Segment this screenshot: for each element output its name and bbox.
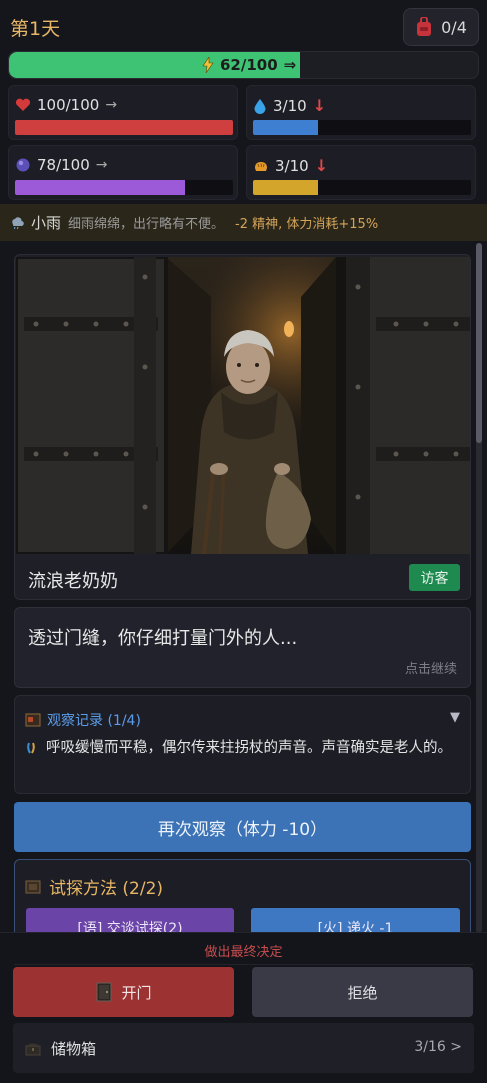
visitor-name: 流浪老奶奶 [28,571,118,592]
health-trend: → [105,97,118,113]
mind-trend: → [95,157,108,173]
backpack-icon [417,17,432,36]
open-door-label: 开门 [121,983,152,1002]
mind-orb-icon [16,158,30,172]
visitor-card: 流浪老奶奶 访客 [14,254,471,600]
dialog-text: 透过门缝，你仔细打量门外的人... [28,628,298,649]
continue-hint: 点击继续 [404,662,457,677]
reobserve-button[interactable]: 再次观察（体力 -10） [14,802,471,852]
storage-box-row[interactable]: 储物箱 3/16 > [13,1023,474,1073]
food-stat: 3/10 ↓ [246,145,476,200]
health-value: 100/100 [37,96,100,114]
day-label: 第1天 [10,18,61,40]
observation-text: 呼吸缓慢而平稳，偶尔传来拄拐杖的声音。声音确实是老人的。 [46,740,452,756]
visitor-illustration [16,257,470,554]
storage-count: 3/16 > [414,1039,462,1055]
reject-button[interactable]: 拒绝 [252,967,473,1017]
health-stat: 100/100 → [8,85,238,140]
visitor-tag-badge: 访客 [409,564,460,591]
observation-panel: 观察记录 (1/4) ▼ 呼吸缓慢而平稳，偶尔传来拄拐杖的声音。声音确实是老人的… [14,695,471,794]
decision-footer: 做出最终决定 开门 拒绝 储物箱 3/16 > [0,932,487,1083]
divider [14,964,473,965]
probe-header: 试探方法 (2/2) [25,874,163,899]
weather-effect: -2 精神, 体力消耗+15% [235,217,379,232]
water-value: 3/10 [273,96,307,115]
weather-name: 小雨 [31,214,62,232]
energy-readout: 62/100 ⇒ [202,56,296,74]
observation-entry: 呼吸缓慢而平稳，偶尔传来拄拐杖的声音。声音确实是老人的。 [26,736,461,763]
arrow-right-icon: ⇒ [283,56,297,74]
water-drop-icon [254,98,266,114]
water-stat: 3/10 ↓ [246,85,476,140]
bread-icon [255,161,267,171]
observation-title: 观察记录 (1/4) [47,713,141,729]
backpack-button[interactable]: 0/4 [403,8,479,46]
probe-title: 试探方法 (2/2) [49,879,164,899]
open-door-button[interactable]: 开门 [13,967,234,1017]
health-bar [15,120,233,135]
log-book-icon [25,713,41,727]
mind-value: 78/100 [37,156,90,174]
backpack-count: 0/4 [441,17,467,37]
water-bar [253,120,471,135]
storage-label: 储物箱 [51,1040,97,1058]
mind-bar [15,180,233,195]
water-trend: ↓ [312,96,327,115]
food-value: 3/10 [275,156,309,175]
heart-icon [15,98,31,111]
food-trend: ↓ [314,156,329,175]
mind-bar-fill [15,180,186,195]
decision-label: 做出最终决定 [204,945,283,960]
bullet-icon [26,736,46,763]
dialog-box[interactable]: 透过门缝，你仔细打量门外的人... 点击继续 [14,607,471,688]
food-bar [253,180,471,195]
visitor-portrait [16,257,470,554]
health-bar-fill [15,120,233,135]
door-icon [96,982,112,1002]
rain-cloud-icon [12,216,24,229]
collapse-icon[interactable]: ▼ [450,710,460,725]
energy-bar: 62/100 ⇒ [8,51,479,79]
food-bar-fill [253,180,319,195]
weather-banner: 小雨 细雨绵绵，出行略有不便。 -2 精神, 体力消耗+15% [0,204,487,241]
chest-icon [25,1043,41,1055]
lightning-icon [202,57,214,73]
energy-value: 62/100 [220,56,278,74]
probe-panel: 试探方法 (2/2) [语] 交谈试探(2) [火] 递火 -1 [14,859,471,939]
top-bar: 第1天 0/4 [0,0,487,50]
observation-header[interactable]: 观察记录 (1/4) [25,710,141,730]
weather-description: 细雨绵绵，出行略有不便。 [68,217,225,232]
reject-label: 拒绝 [347,983,378,1002]
probe-icon [25,880,41,893]
scrollbar-thumb[interactable] [476,243,482,443]
scrollbar[interactable] [476,243,482,933]
mind-stat: 78/100 → [8,145,238,200]
water-bar-fill [253,120,319,135]
